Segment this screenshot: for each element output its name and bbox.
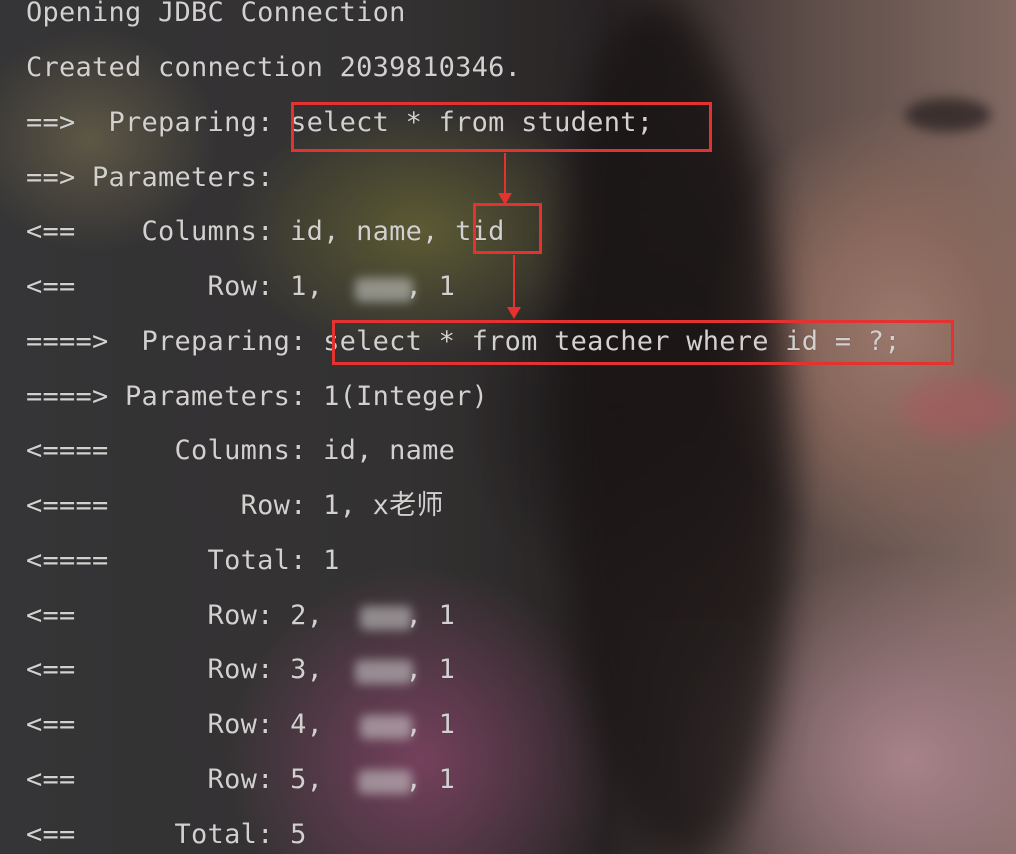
redacted-name-5 — [358, 770, 412, 794]
highlight-box-teacher-query — [332, 320, 954, 365]
highlight-box-student-query — [291, 102, 712, 152]
redacted-name-4 — [360, 715, 412, 739]
log-line-parameters-teacher: ====> Parameters: 1(Integer) — [26, 381, 489, 412]
log-line-total-student: <== Total: 5 — [26, 819, 307, 850]
console-output: Opening JDBC Connection Created connecti… — [0, 0, 1016, 854]
background-photo-lips — [900, 378, 1016, 438]
log-line-parameters: ==> Parameters: — [26, 162, 291, 193]
log-line-created: Created connection 2039810346. — [26, 52, 522, 83]
log-line-columns-student: <== Columns: id, name, tid — [26, 216, 505, 247]
log-line-total-teacher: <==== Total: 1 — [26, 545, 340, 576]
log-line-row-teacher: <==== Row: 1, x老师 — [26, 490, 444, 521]
log-line-columns-teacher: <==== Columns: id, name — [26, 435, 456, 466]
redacted-name-3 — [355, 660, 413, 684]
redacted-name-2 — [360, 606, 412, 630]
arrow-down-icon — [507, 255, 521, 319]
arrow-down-icon — [498, 153, 512, 205]
background-photo-eye — [905, 98, 991, 132]
highlight-box-tid — [473, 203, 542, 254]
log-line-opening: Opening JDBC Connection — [26, 0, 406, 28]
redacted-name-1 — [355, 278, 413, 302]
